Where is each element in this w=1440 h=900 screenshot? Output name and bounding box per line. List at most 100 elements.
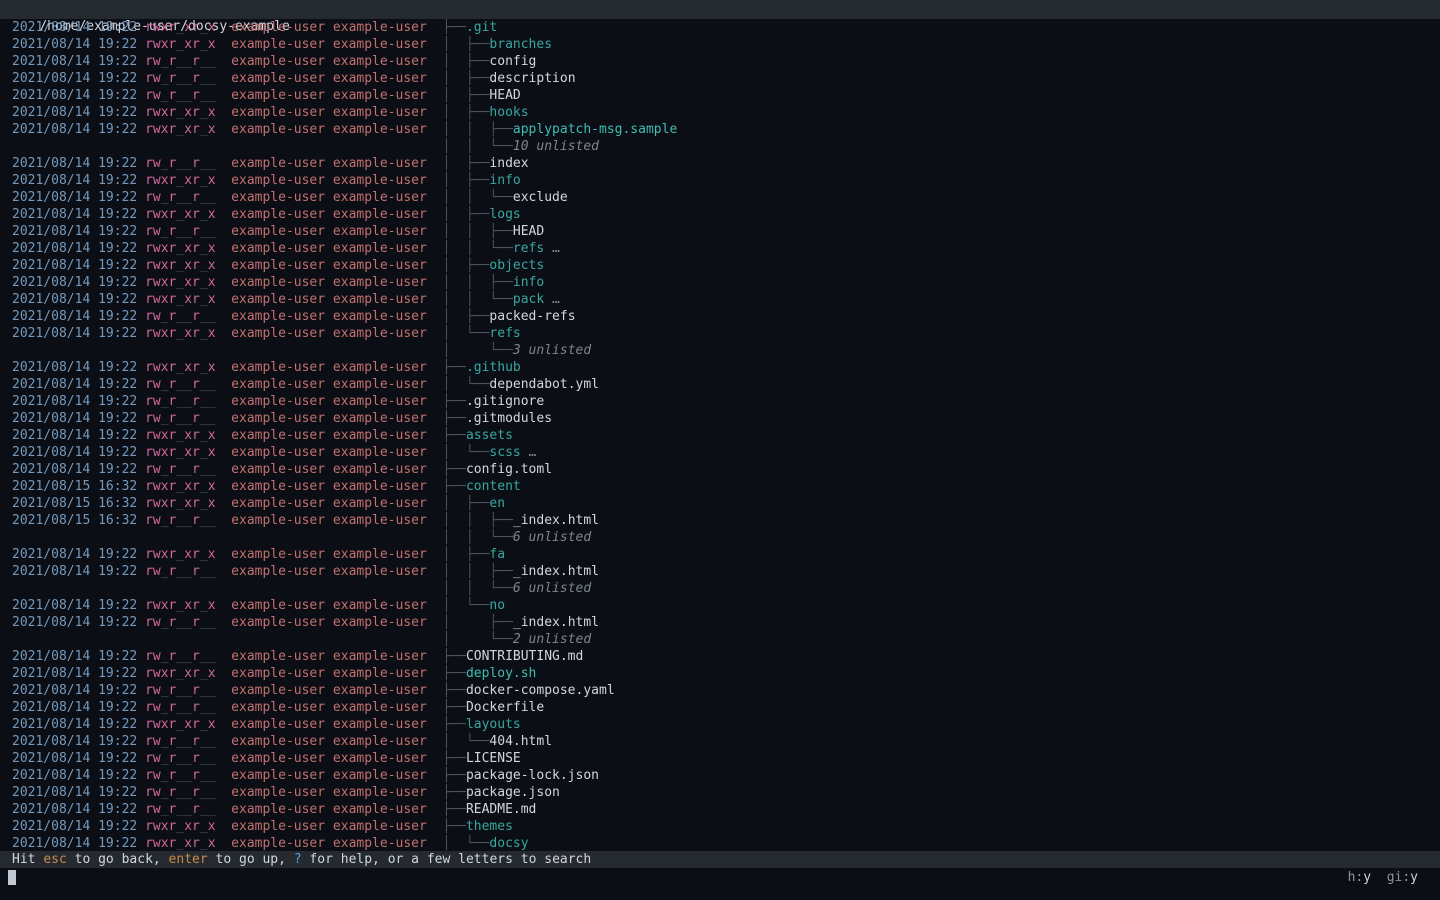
file-meta: 2021/08/14 19:22 rwxr_xr_x example-user …: [12, 36, 442, 53]
tree-branch-lines: │ │ └──: [442, 530, 512, 545]
tree-row[interactable]: 2021/08/14 19:22 rw_r__r__ example-user …: [12, 393, 1440, 410]
tree-row[interactable]: 2021/08/14 19:22 rw_r__r__ example-user …: [12, 376, 1440, 393]
tree-row[interactable]: 2021/08/14 19:22 rw_r__r__ example-user …: [12, 563, 1440, 580]
file-owner: example-user example-user: [216, 462, 427, 477]
file-meta: 2021/08/14 19:22 rwxr_xr_x example-user …: [12, 121, 442, 138]
tree-row[interactable]: 2021/08/14 19:22 rw_r__r__ example-user …: [12, 461, 1440, 478]
file-permissions: rw_r__r__: [145, 54, 215, 69]
tree-branch-lines: │ └──: [442, 632, 512, 647]
tree-row[interactable]: │ │ └──6 unlisted: [12, 529, 1440, 546]
hint-key: esc: [43, 852, 66, 867]
tree-row[interactable]: 2021/08/14 19:22 rw_r__r__ example-user …: [12, 87, 1440, 104]
tree-branch-lines: │ │ ├──: [442, 513, 512, 528]
tree-row[interactable]: 2021/08/14 19:22 rwxr_xr_x example-user …: [12, 546, 1440, 563]
truncation-ellipsis: …: [521, 445, 537, 460]
tree-branch-lines: │ │ ├──: [442, 224, 512, 239]
file-owner: example-user example-user: [216, 37, 427, 52]
file-date: 2021/08/14 19:22: [12, 717, 145, 732]
command-input-line[interactable]: h:ygi:y: [0, 868, 1440, 900]
tree-row[interactable]: 2021/08/14 19:22 rwxr_xr_x example-user …: [12, 818, 1440, 835]
tree-row[interactable]: │ │ └──10 unlisted: [12, 138, 1440, 155]
tree-row[interactable]: 2021/08/14 19:22 rwxr_xr_x example-user …: [12, 121, 1440, 138]
tree-row[interactable]: 2021/08/14 19:22 rwxr_xr_x example-user …: [12, 359, 1440, 376]
tree-row[interactable]: 2021/08/14 19:22 rwxr_xr_x example-user …: [12, 172, 1440, 189]
tree-row[interactable]: 2021/08/14 19:22 rw_r__r__ example-user …: [12, 155, 1440, 172]
tree-row[interactable]: 2021/08/14 19:22 rw_r__r__ example-user …: [12, 784, 1440, 801]
hint-text: to go up,: [208, 852, 294, 867]
file-date: 2021/08/14 19:22: [12, 445, 145, 460]
file-name: package-lock.json: [466, 768, 599, 783]
tree-branch-lines: │ │ └──: [442, 581, 512, 596]
file-date: 2021/08/14 19:22: [12, 411, 145, 426]
tree-row[interactable]: 2021/08/14 19:22 rwxr_xr_x example-user …: [12, 274, 1440, 291]
tree-row[interactable]: 2021/08/14 19:22 rw_r__r__ example-user …: [12, 53, 1440, 70]
file-permissions: rwxr_xr_x: [145, 292, 215, 307]
file-meta: 2021/08/14 19:22 rwxr_xr_x example-user …: [12, 104, 442, 121]
tree-row[interactable]: 2021/08/14 19:22 rwxr_xr_x example-user …: [12, 325, 1440, 342]
file-owner: example-user example-user: [216, 258, 427, 273]
tree-row[interactable]: 2021/08/14 19:22 rwxr_xr_x example-user …: [12, 240, 1440, 257]
tree-row[interactable]: 2021/08/14 19:22 rwxr_xr_x example-user …: [12, 597, 1440, 614]
file-date: 2021/08/14 19:22: [12, 156, 145, 171]
tree-row[interactable]: │ └──2 unlisted: [12, 631, 1440, 648]
file-owner: example-user example-user: [216, 836, 427, 851]
tree-row[interactable]: 2021/08/14 19:22 rwxr_xr_x example-user …: [12, 291, 1440, 308]
file-permissions: rw_r__r__: [145, 377, 215, 392]
file-meta: 2021/08/14 19:22 rwxr_xr_x example-user …: [12, 359, 442, 376]
tree-row[interactable]: 2021/08/14 19:22 rw_r__r__ example-user …: [12, 682, 1440, 699]
tree-row[interactable]: 2021/08/14 19:22 rwxr_xr_x example-user …: [12, 665, 1440, 682]
file-meta: 2021/08/14 19:22 rw_r__r__ example-user …: [12, 155, 442, 172]
file-date: 2021/08/14 19:22: [12, 666, 145, 681]
file-meta: 2021/08/14 19:22 rw_r__r__ example-user …: [12, 699, 442, 716]
tree-row[interactable]: 2021/08/14 19:22 rw_r__r__ example-user …: [12, 70, 1440, 87]
toggle-gi: gi:y: [1387, 870, 1418, 885]
tree-row[interactable]: 2021/08/14 19:22 rw_r__r__ example-user …: [12, 308, 1440, 325]
file-meta: 2021/08/14 19:22 rw_r__r__ example-user …: [12, 784, 442, 801]
file-name: CONTRIBUTING.md: [466, 649, 583, 664]
tree-branch-lines: │ └──: [442, 598, 489, 613]
file-name: 404.html: [489, 734, 552, 749]
tree-row[interactable]: 2021/08/15 16:32 rwxr_xr_x example-user …: [12, 478, 1440, 495]
tree-row[interactable]: 2021/08/14 19:22 rw_r__r__ example-user …: [12, 699, 1440, 716]
tree-row[interactable]: 2021/08/14 19:22 rw_r__r__ example-user …: [12, 223, 1440, 240]
tree-row[interactable]: 2021/08/14 19:22 rwxr_xr_x example-user …: [12, 104, 1440, 121]
tree-row[interactable]: 2021/08/14 19:22 rwxr_xr_x example-user …: [12, 835, 1440, 851]
tree-row[interactable]: 2021/08/14 19:22 rwxr_xr_x example-user …: [12, 206, 1440, 223]
file-owner: example-user example-user: [216, 734, 427, 749]
tree-row[interactable]: 2021/08/15 16:32 rwxr_xr_x example-user …: [12, 495, 1440, 512]
file-meta: 2021/08/14 19:22 rwxr_xr_x example-user …: [12, 257, 442, 274]
tree-row[interactable]: 2021/08/14 19:22 rw_r__r__ example-user …: [12, 410, 1440, 427]
file-name: index: [489, 156, 528, 171]
file-meta: 2021/08/14 19:22 rwxr_xr_x example-user …: [12, 19, 442, 36]
tree-row[interactable]: 2021/08/14 19:22 rwxr_xr_x example-user …: [12, 36, 1440, 53]
file-name: hooks: [489, 105, 528, 120]
tree-branch-lines: ├──: [442, 785, 465, 800]
file-name: branches: [489, 37, 552, 52]
file-owner: example-user example-user: [216, 173, 427, 188]
file-permissions: rw_r__r__: [145, 615, 215, 630]
file-meta: 2021/08/14 19:22 rw_r__r__ example-user …: [12, 410, 442, 427]
file-meta: 2021/08/14 19:22 rw_r__r__ example-user …: [12, 767, 442, 784]
tree-row[interactable]: │ └──3 unlisted: [12, 342, 1440, 359]
tree-row[interactable]: 2021/08/15 16:32 rw_r__r__ example-user …: [12, 512, 1440, 529]
file-owner: example-user example-user: [216, 241, 427, 256]
tree-row[interactable]: 2021/08/14 19:22 rwxr_xr_x example-user …: [12, 257, 1440, 274]
tree-row[interactable]: │ │ └──6 unlisted: [12, 580, 1440, 597]
tree-branch-lines: │ │ └──: [442, 190, 512, 205]
file-name: en: [489, 496, 505, 511]
file-name: assets: [466, 428, 513, 443]
tree-row[interactable]: 2021/08/14 19:22 rw_r__r__ example-user …: [12, 767, 1440, 784]
tree-row[interactable]: 2021/08/14 19:22 rwxr_xr_x example-user …: [12, 716, 1440, 733]
tree-row[interactable]: 2021/08/14 19:22 rw_r__r__ example-user …: [12, 614, 1440, 631]
tree-row[interactable]: 2021/08/14 19:22 rwxr_xr_x example-user …: [12, 19, 1440, 36]
tree-row[interactable]: 2021/08/14 19:22 rw_r__r__ example-user …: [12, 189, 1440, 206]
tree-row[interactable]: 2021/08/14 19:22 rw_r__r__ example-user …: [12, 733, 1440, 750]
tree-branch-lines: ├──: [442, 411, 465, 426]
tree-row[interactable]: 2021/08/14 19:22 rwxr_xr_x example-user …: [12, 444, 1440, 461]
file-name: Dockerfile: [466, 700, 544, 715]
tree-row[interactable]: 2021/08/14 19:22 rw_r__r__ example-user …: [12, 750, 1440, 767]
tree-row[interactable]: 2021/08/14 19:22 rw_r__r__ example-user …: [12, 648, 1440, 665]
tree-row[interactable]: 2021/08/14 19:22 rwxr_xr_x example-user …: [12, 427, 1440, 444]
file-meta: 2021/08/14 19:22 rw_r__r__ example-user …: [12, 308, 442, 325]
tree-row[interactable]: 2021/08/14 19:22 rw_r__r__ example-user …: [12, 801, 1440, 818]
